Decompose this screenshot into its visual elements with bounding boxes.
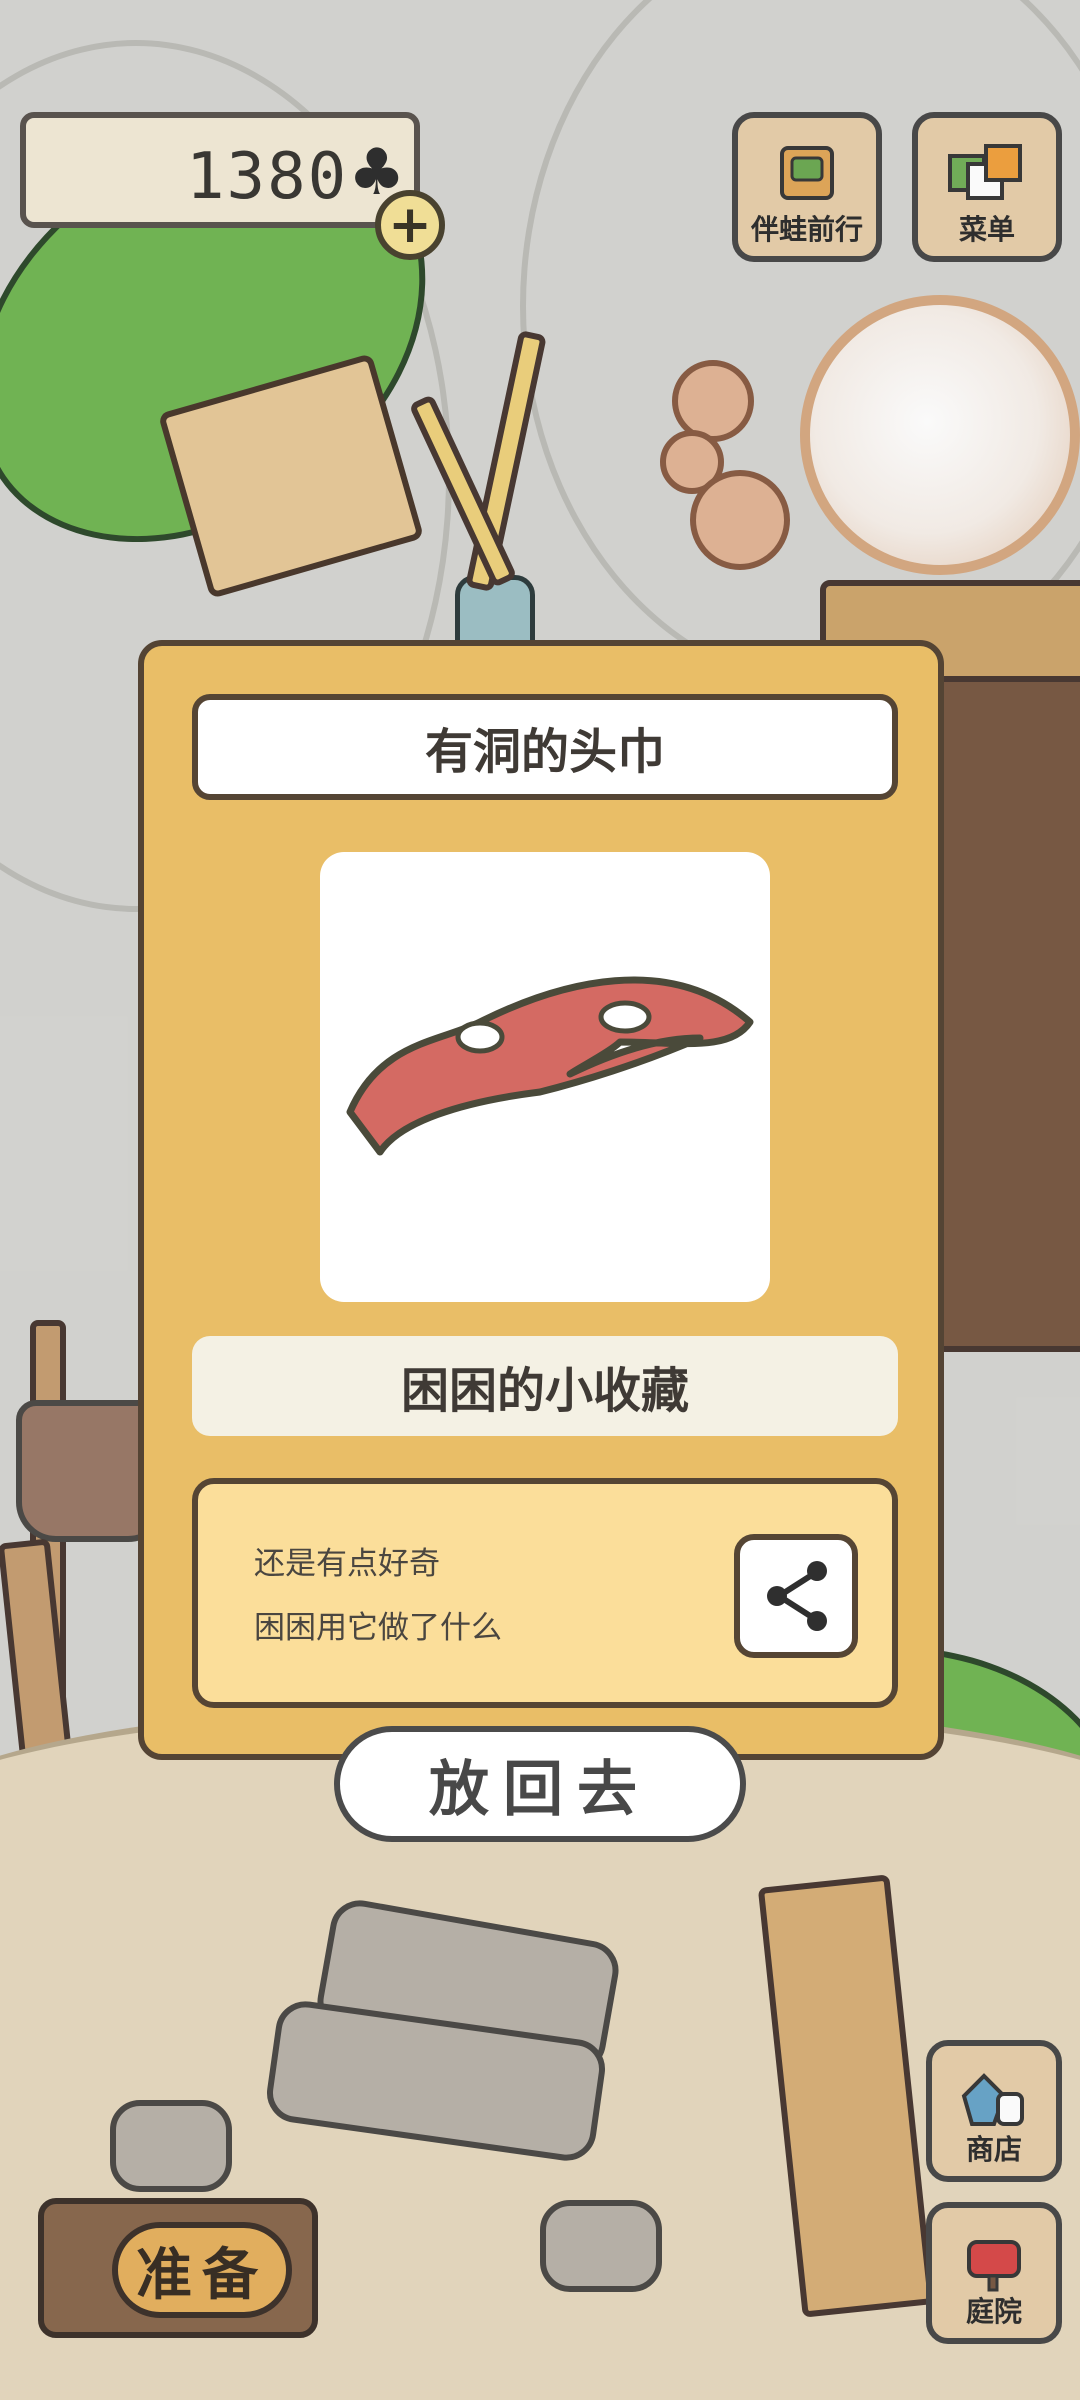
- item-title: 有洞的头巾: [192, 694, 898, 800]
- share-icon: [767, 1561, 827, 1631]
- item-detail-dialog: 有洞的头巾 困困的小收藏 还是有点好奇 困困用它做了什么: [138, 640, 944, 1760]
- item-description-panel: 还是有点好奇 困困用它做了什么: [192, 1478, 898, 1708]
- item-category: 困困的小收藏: [192, 1336, 898, 1436]
- put-back-button[interactable]: 放回去: [334, 1726, 746, 1842]
- red-bandana-with-holes-icon: [346, 976, 754, 1156]
- item-image-card: [320, 852, 770, 1302]
- description-line-2: 困困用它做了什么: [254, 1610, 502, 1646]
- share-button[interactable]: [734, 1534, 858, 1658]
- description-line-1: 还是有点好奇: [254, 1546, 440, 1582]
